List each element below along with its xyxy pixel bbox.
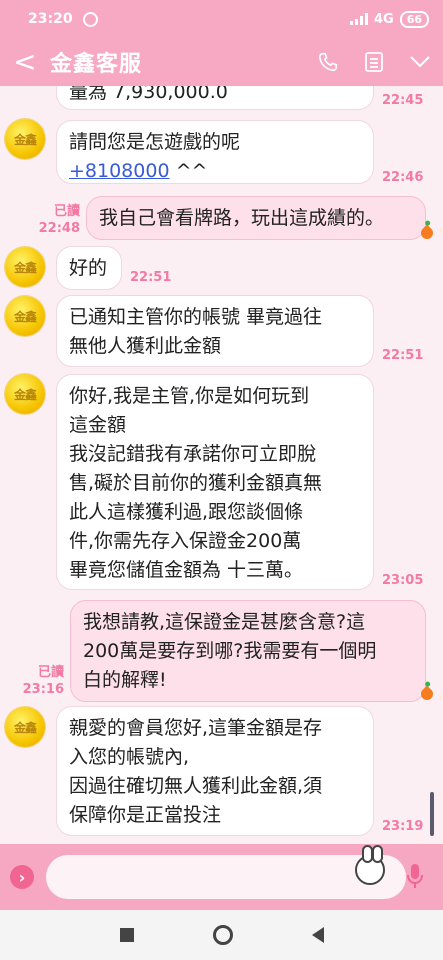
message-line: 件,你需先存入保證金200萬 [69, 530, 302, 552]
message-time: 22:46 [382, 170, 424, 185]
message-line: 200萬是要存到哪?我需要有一個明 [83, 640, 377, 662]
status-right: 4G 66 [349, 10, 429, 28]
message-line: 我想請教,這保證金是甚麼含意?這 [83, 611, 366, 633]
alarm-icon [82, 11, 98, 27]
microphone-icon[interactable] [406, 863, 424, 893]
message-line: 售,礙於目前你的獲利金額真無 [69, 472, 323, 494]
message-bubble[interactable]: 請問您是怎遊戲的呢 +8108000 ^^ [56, 120, 374, 184]
back-nav-button[interactable] [311, 927, 324, 943]
status-bar: 23:20 4G 66 [0, 0, 443, 38]
chat-title: 金鑫客服 [50, 52, 143, 77]
message-text: 請問您是怎遊戲的呢 [69, 131, 241, 153]
phone-icon[interactable] [305, 38, 351, 86]
read-receipt: 已讀 23:16 [22, 665, 64, 697]
chevron-down-icon[interactable] [397, 38, 443, 86]
avatar[interactable]: 金鑫 [5, 247, 45, 287]
avatar[interactable]: 金鑫 [5, 374, 45, 414]
message-text: 我自己會看牌路，玩出這成績的。 [99, 207, 385, 229]
message-time: 23:19 [382, 819, 424, 834]
chat-header: < 金鑫客服 [0, 38, 443, 86]
message-time: 23:05 [382, 573, 424, 588]
message-bubble[interactable]: 已通知主管你的帳號 畢竟過往 無他人獲利此金額 [56, 295, 374, 367]
recents-button[interactable] [119, 928, 134, 942]
status-time: 23:20 [28, 11, 73, 27]
read-receipt: 已讀 22:48 [38, 204, 80, 236]
phone-link[interactable]: +8108000 [69, 160, 170, 182]
avatar[interactable]: 金鑫 [5, 119, 45, 159]
message-bubble[interactable]: 我想請教,這保證金是甚麼含意?這 200萬是要存到哪?我需要有一個明 白的解釋! [70, 600, 426, 702]
expand-icon[interactable]: › [10, 865, 34, 889]
message-time: 22:45 [382, 93, 424, 108]
message-time: 22:51 [382, 348, 424, 363]
message-bubble[interactable]: 好的 [56, 246, 122, 290]
battery-icon: 66 [399, 10, 429, 28]
message-line: 保障你是正當投注 [69, 804, 222, 826]
notes-icon[interactable] [351, 38, 397, 86]
header-actions [305, 38, 443, 86]
message-line: 畢竟您儲值金額為 十三萬。 [69, 559, 304, 581]
message-bubble[interactable]: 你好,我是主管,你是如何玩到 這金額 我沒記錯我有承諾你可立即脫 售,礙於目前你… [56, 374, 374, 590]
message-line: +8108000 ^^ [69, 160, 208, 182]
message-line: 這金額 [69, 414, 127, 436]
system-nav-bar [0, 910, 443, 960]
message-bubble[interactable]: 量為 7,930,000.0 [56, 86, 374, 110]
message-line: 因過往確切無人獲利此金額,須 [69, 775, 323, 797]
message-time: 22:51 [130, 270, 172, 285]
message-line: 親愛的會員您好,這筆金額是存 [69, 717, 323, 739]
signal-icon [349, 13, 368, 25]
message-line: 已通知主管你的帳號 畢竟過往 [69, 306, 323, 328]
message-line: 無他人獲利此金額 [69, 335, 222, 357]
message-line: 我沒記錯我有承諾你可立即脫 [69, 443, 317, 465]
sticker-icon[interactable] [355, 845, 385, 885]
back-button[interactable]: < [0, 38, 50, 86]
scrollbar[interactable] [430, 792, 434, 836]
network-label: 4G [373, 11, 394, 27]
avatar[interactable]: 金鑫 [5, 296, 45, 336]
message-line: 此人這樣獲利過,跟您談個條 [69, 501, 304, 523]
message-input[interactable] [46, 855, 406, 899]
home-button[interactable] [212, 925, 233, 945]
chat-area[interactable]: 量為 7,930,000.0 22:45 金鑫 請問您是怎遊戲的呢 +81080… [0, 86, 443, 844]
message-text: 好的 [69, 257, 108, 279]
message-bubble[interactable]: 我自己會看牌路，玩出這成績的。 [86, 196, 426, 240]
message-line: 你好,我是主管,你是如何玩到 [69, 385, 310, 407]
message-text: 量為 7,930,000.0 [69, 86, 228, 103]
avatar[interactable]: 金鑫 [5, 707, 45, 747]
message-line: 白的解釋! [83, 669, 167, 691]
message-bubble[interactable]: 親愛的會員您好,這筆金額是存 入您的帳號內, 因過往確切無人獲利此金額,須 保障… [56, 706, 374, 836]
message-line: 入您的帳號內, [69, 746, 190, 768]
